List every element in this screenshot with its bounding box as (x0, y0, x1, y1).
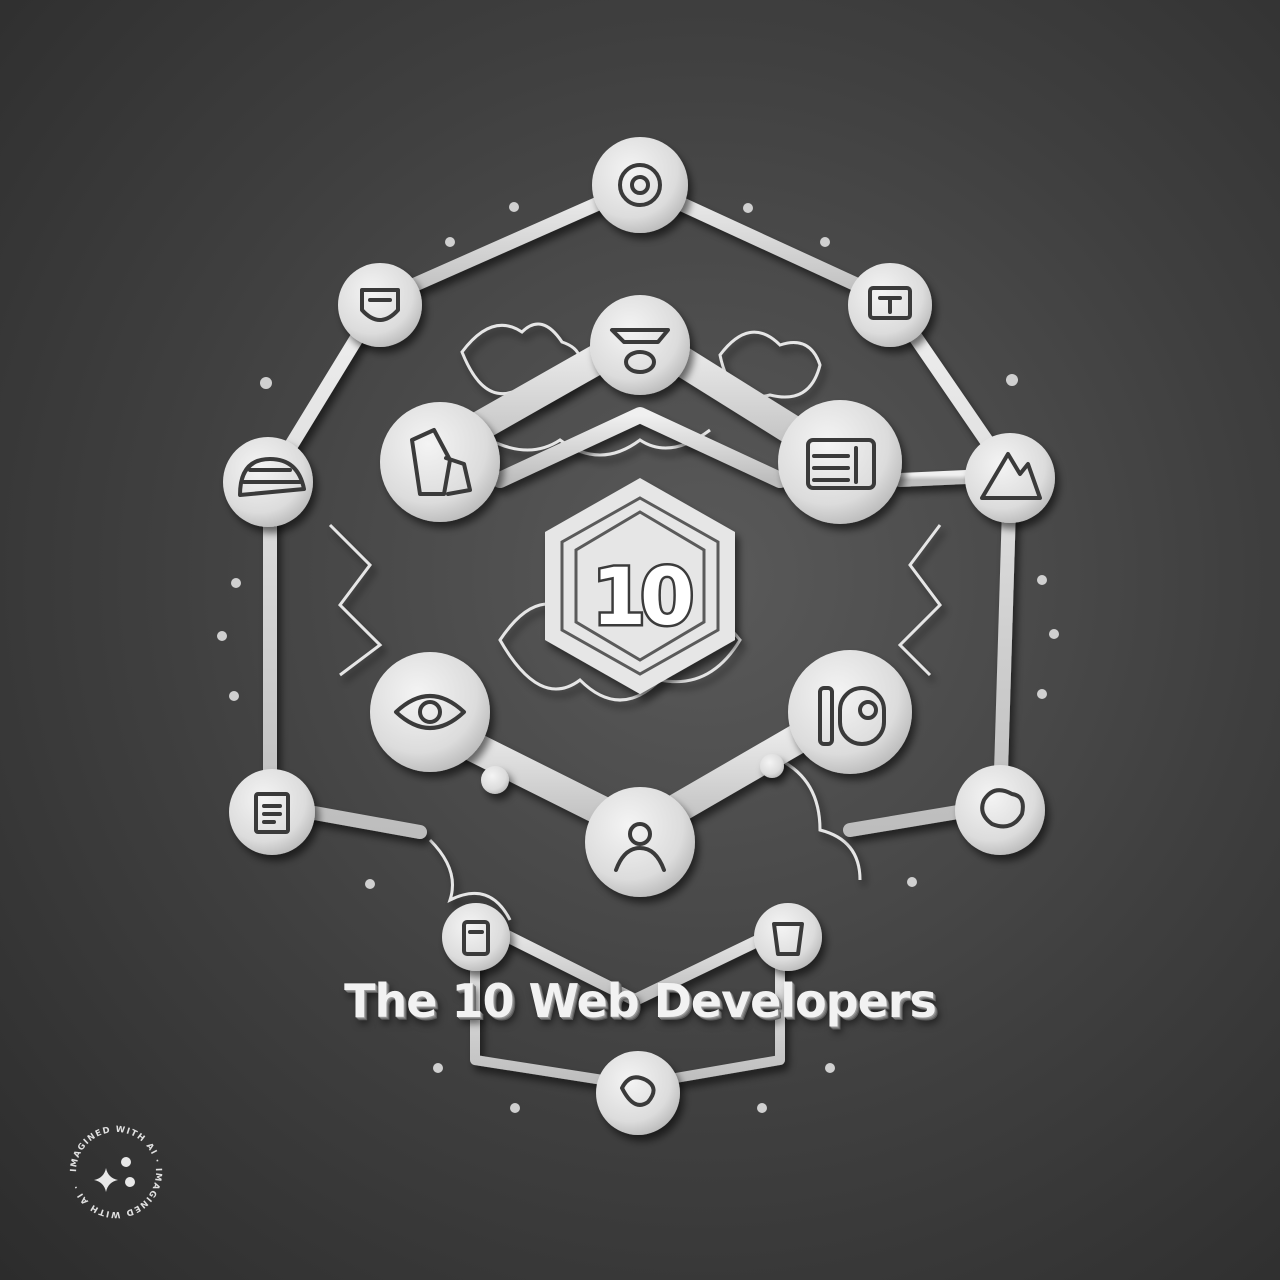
center-hexagon-emblem: 10 (545, 478, 735, 694)
sparkle-icon (94, 1157, 135, 1192)
watermark-badge: IMAGINED WITH AI · IMAGINED WITH AI · (69, 1125, 163, 1219)
title-part-1: The 10 (344, 974, 514, 1028)
network-logo-artwork: 10 IMAGINED WITH AI · IMAGINED WITH AI · (69, 137, 1059, 1219)
title-part-3: Developers (653, 974, 937, 1028)
title-part-2: Web (528, 974, 639, 1028)
watermark-ring-text: IMAGINED WITH AI · IMAGINED WITH AI · (69, 1125, 162, 1219)
logo-title: The 10 Web Developers (0, 974, 1280, 1044)
svg-text:IMAGINED WITH AI · IMAGINED WI: IMAGINED WITH AI · IMAGINED WITH AI · (69, 1125, 163, 1219)
center-number: 10 (592, 553, 691, 643)
